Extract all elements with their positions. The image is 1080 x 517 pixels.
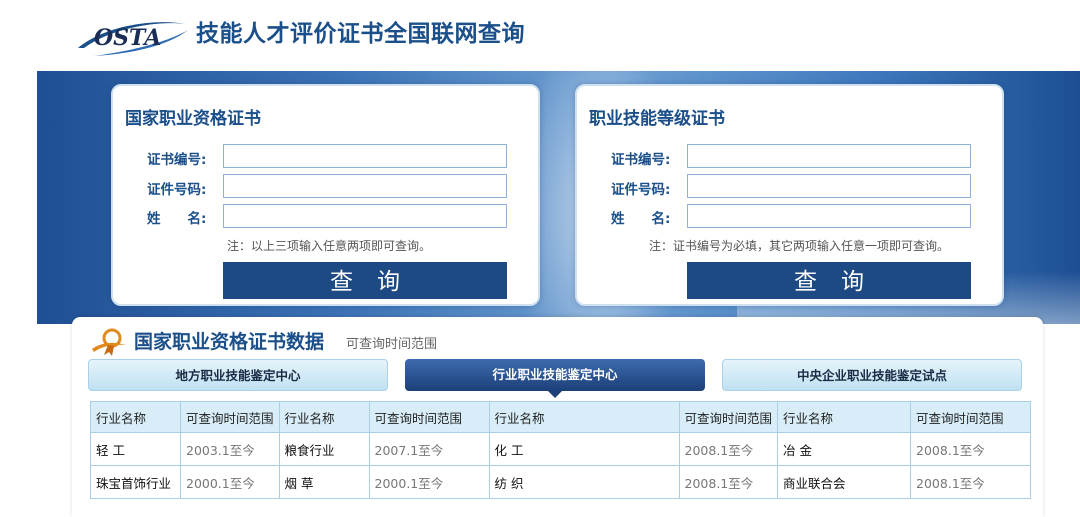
table-row: 珠宝首饰行业 2000.1至今 烟 草 2000.1至今 纺 织 2008.1至… — [90, 465, 1032, 499]
table-row: 轻 工 2003.1至今 粮食行业 2007.1至今 化 工 2008.1至今 … — [90, 432, 1032, 466]
query-button[interactable]: 查询 — [687, 262, 971, 299]
certificate-number-label: 证书编号: — [611, 152, 671, 168]
site-title: 技能人才评价证书全国联网查询 — [196, 21, 525, 47]
time-range-cell: 2008.1至今 — [910, 432, 1032, 466]
time-range-cell: 2008.1至今 — [678, 432, 779, 466]
national-qualification-card: 国家职业资格证书 证书编号: 证件号码: 姓 名: 注：以上三项输入任意两项即可… — [111, 84, 540, 306]
qualification-data-panel: 国家职业资格证书数据 可查询时间范围 地方职业技能鉴定中心 行业职业技能鉴定中心… — [72, 317, 1043, 517]
id-number-input[interactable] — [223, 174, 507, 198]
name-label: 姓 名: — [611, 211, 671, 227]
skill-level-card: 职业技能等级证书 证书编号: 证件号码: 姓 名: 注：证书编号为必填，其它两项… — [575, 84, 1004, 306]
id-number-label: 证件号码: — [611, 182, 671, 198]
table-header-row: 行业名称 可查询时间范围 行业名称 可查询时间范围 行业名称 可查询时间范围 行… — [90, 401, 1032, 433]
industry-name-cell: 商业联合会 — [777, 465, 912, 499]
column-header: 行业名称 — [278, 401, 370, 433]
column-header: 可查询时间范围 — [910, 401, 1032, 433]
panel-subtitle: 可查询时间范围 — [346, 337, 438, 352]
active-tab-pointer — [548, 391, 562, 398]
industry-name-cell: 轻 工 — [90, 432, 181, 466]
time-range-cell: 2008.1至今 — [678, 465, 779, 499]
name-label: 姓 名: — [147, 211, 207, 227]
industry-name-cell: 烟 草 — [278, 465, 370, 499]
card-title: 职业技能等级证书 — [589, 109, 725, 129]
time-range-cell: 2008.1至今 — [910, 465, 1032, 499]
column-header: 可查询时间范围 — [678, 401, 779, 433]
industry-name-cell: 纺 织 — [488, 465, 680, 499]
certificate-number-input[interactable] — [223, 144, 507, 168]
name-input[interactable] — [223, 204, 507, 228]
site-header: OSTA 技能人才评价证书全国联网查询 — [0, 0, 1080, 72]
time-range-cell: 2000.1至今 — [180, 465, 280, 499]
osta-logo[interactable]: OSTA — [74, 12, 190, 58]
tab-local-center[interactable]: 地方职业技能鉴定中心 — [88, 359, 388, 391]
tab-central-enterprise[interactable]: 中央企业职业技能鉴定试点 — [722, 359, 1022, 391]
card-title: 国家职业资格证书 — [125, 109, 261, 129]
certificate-number-input[interactable] — [687, 144, 971, 168]
tab-industry-center[interactable]: 行业职业技能鉴定中心 — [405, 359, 705, 391]
certificate-number-label: 证书编号: — [147, 152, 207, 168]
industry-name-cell: 珠宝首饰行业 — [90, 465, 181, 499]
id-number-label: 证件号码: — [147, 182, 207, 198]
industry-name-cell: 冶 金 — [777, 432, 912, 466]
name-input[interactable] — [687, 204, 971, 228]
query-note: 注：以上三项输入任意两项即可查询。 — [227, 239, 432, 253]
id-number-input[interactable] — [687, 174, 971, 198]
column-header: 可查询时间范围 — [368, 401, 490, 433]
industry-name-cell: 粮食行业 — [278, 432, 370, 466]
certificate-ribbon-icon — [92, 328, 126, 356]
time-range-cell: 2003.1至今 — [180, 432, 280, 466]
time-range-cell: 2007.1至今 — [368, 432, 490, 466]
query-note: 注：证书编号为必填，其它两项输入任意一项即可查询。 — [649, 239, 950, 253]
column-header: 行业名称 — [777, 401, 912, 433]
industry-table: 行业名称 可查询时间范围 行业名称 可查询时间范围 行业名称 可查询时间范围 行… — [90, 401, 1032, 499]
query-button[interactable]: 查询 — [223, 262, 507, 299]
column-header: 可查询时间范围 — [180, 401, 280, 433]
panel-title: 国家职业资格证书数据 — [134, 331, 325, 353]
industry-name-cell: 化 工 — [488, 432, 680, 466]
column-header: 行业名称 — [488, 401, 680, 433]
time-range-cell: 2000.1至今 — [368, 465, 490, 499]
logo-text: OSTA — [94, 25, 161, 51]
column-header: 行业名称 — [90, 401, 181, 433]
